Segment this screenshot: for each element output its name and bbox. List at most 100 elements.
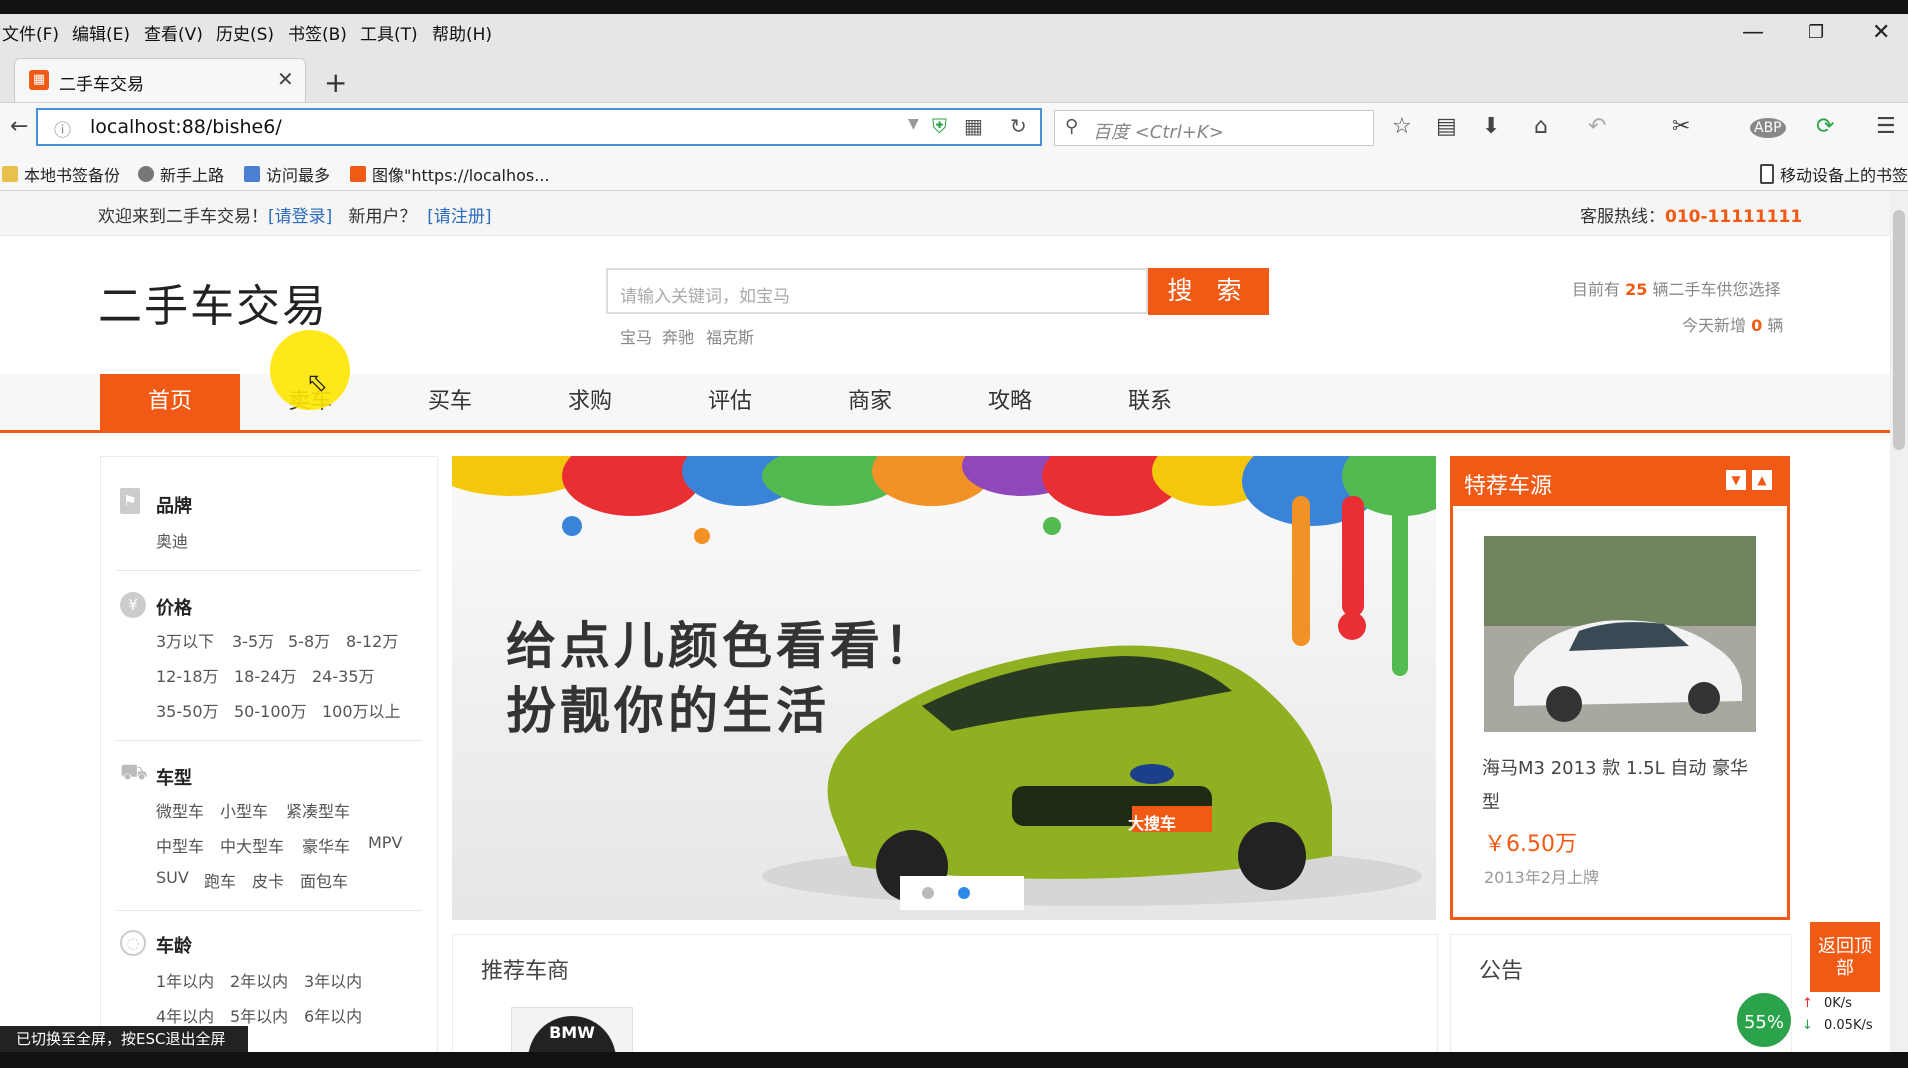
close-tab-icon[interactable]: ✕ — [277, 67, 294, 91]
reload-icon[interactable]: ↻ — [1010, 114, 1027, 138]
chevron-down-icon[interactable]: ▼ — [1726, 470, 1746, 490]
carousel-dot[interactable] — [922, 887, 934, 899]
minimize-icon[interactable]: — — [1742, 20, 1764, 45]
fullscreen-toast: 已切换至全屏，按ESC退出全屏 — [0, 1026, 248, 1052]
hero-banner[interactable]: 给点儿颜色看看！ 扮靓你的生活 大搜车 — [452, 456, 1436, 920]
filter-link[interactable]: 24-35万 — [312, 663, 375, 687]
dealer-logo[interactable]: BMW — [511, 1007, 633, 1055]
scrollbar-thumb[interactable] — [1893, 210, 1905, 450]
sync-icon[interactable]: ⟳ — [1816, 114, 1834, 139]
menu-tools[interactable]: 工具(T) — [360, 20, 418, 45]
network-percent: 55% — [1734, 990, 1794, 1050]
nav-buy[interactable]: 买车 — [380, 374, 520, 430]
bookmark-local-backup[interactable]: 本地书签备份 — [2, 162, 120, 186]
filter-link[interactable]: 3万以下 — [156, 628, 214, 652]
menu-bar: 文件(F) 编辑(E) 查看(V) 历史(S) 书签(B) 工具(T) 帮助(H… — [0, 14, 1908, 46]
bookmark-most-visited[interactable]: 访问最多 — [244, 162, 330, 186]
divider — [116, 740, 422, 741]
hot-word[interactable]: 宝马 — [620, 324, 652, 348]
info-icon[interactable]: ⓘ — [54, 116, 71, 141]
search-button[interactable]: 搜 索 — [1148, 268, 1269, 315]
banner-slogan-1: 给点儿颜色看看！ — [506, 617, 938, 675]
filter-link[interactable]: 4年以内 — [156, 1003, 214, 1027]
featured-header: 特荐车源 ▼ ▲ — [1450, 456, 1790, 506]
filter-link[interactable]: 100万以上 — [322, 698, 401, 722]
dropdown-icon[interactable]: ▼ — [908, 116, 919, 132]
filter-link[interactable]: 微型车 — [156, 798, 204, 822]
filter-link[interactable]: 6年以内 — [304, 1003, 362, 1027]
bookmark-mobile[interactable]: 移动设备上的书签 — [1760, 162, 1908, 186]
bookmark-getting-started[interactable]: 新手上路 — [138, 162, 224, 186]
crop-icon[interactable]: ✂ — [1672, 114, 1690, 139]
site-logo[interactable]: 二手车交易 — [98, 270, 328, 334]
filter-link[interactable]: 豪华车 — [302, 833, 350, 857]
nav-evaluate[interactable]: 评估 — [660, 374, 800, 430]
menu-view[interactable]: 查看(V) — [144, 20, 203, 45]
filter-link[interactable]: 5-8万 — [288, 628, 330, 652]
filter-link[interactable]: 3年以内 — [304, 968, 362, 992]
back-to-top-button[interactable]: 返回顶部 — [1810, 922, 1880, 992]
undo-icon[interactable]: ↶ — [1588, 114, 1606, 139]
nav-contact[interactable]: 联系 — [1080, 374, 1220, 430]
nav-dealers[interactable]: 商家 — [800, 374, 940, 430]
close-window-icon[interactable]: ✕ — [1872, 20, 1890, 45]
menu-history[interactable]: 历史(S) — [216, 20, 274, 45]
new-tab-icon[interactable]: + — [324, 66, 347, 99]
filter-link[interactable]: MPV — [368, 833, 402, 852]
menu-edit[interactable]: 编辑(E) — [72, 20, 130, 45]
filter-link[interactable]: 3-5万 — [232, 628, 274, 652]
filter-link[interactable]: 奥迪 — [156, 528, 188, 552]
network-speed-widget: 55% ↑ 0K/s ↓ 0.05K/s — [1734, 990, 1874, 1050]
filter-link[interactable]: 1年以内 — [156, 968, 214, 992]
hot-word[interactable]: 福克斯 — [706, 324, 754, 348]
filter-link[interactable]: 小型车 — [220, 798, 268, 822]
filter-link[interactable]: 18-24万 — [234, 663, 297, 687]
filter-link[interactable]: 跑车 — [204, 868, 236, 892]
url-text[interactable]: localhost:88/bishe6/ — [90, 116, 282, 138]
filter-brand-title: 品牌 — [156, 496, 192, 517]
filter-link[interactable]: 面包车 — [300, 868, 348, 892]
filter-link[interactable]: 中大型车 — [220, 833, 284, 857]
search-input[interactable]: 请输入关键词，如宝马 — [606, 268, 1148, 314]
back-icon[interactable]: ← — [10, 114, 28, 139]
register-link[interactable]: [请注册] — [427, 207, 491, 227]
nav-guides[interactable]: 攻略 — [940, 374, 1080, 430]
reading-list-icon[interactable]: ▤ — [1436, 114, 1457, 139]
filter-link[interactable]: 50-100万 — [234, 698, 307, 722]
nav-wanted[interactable]: 求购 — [520, 374, 660, 430]
nav-home[interactable]: 首页 — [100, 374, 240, 430]
menu-file[interactable]: 文件(F) — [2, 20, 59, 45]
stats-total: 目前有 25 辆二手车供您选择 — [1572, 280, 1781, 299]
filter-link[interactable]: 中型车 — [156, 833, 204, 857]
recommend-dealers: 推荐车商 BMW — [452, 934, 1438, 1055]
filter-link[interactable]: 12-18万 — [156, 663, 219, 687]
url-bar[interactable]: ⓘ localhost:88/bishe6/ ▼ ⛨ ▦ ↻ — [36, 108, 1042, 146]
restore-icon[interactable]: ❐ — [1808, 22, 1824, 43]
featured-car-photo[interactable] — [1484, 536, 1756, 732]
folder-icon — [2, 166, 18, 182]
filter-link[interactable]: 紧凑型车 — [286, 798, 350, 822]
download-icon[interactable]: ⬇ — [1482, 114, 1500, 139]
bookmark-image-link[interactable]: 图像"https://localhos... — [350, 162, 550, 186]
tab-active[interactable]: ▦ 二手车交易 ✕ — [14, 58, 306, 103]
featured-car-name[interactable]: 海马M3 2013 款 1.5L 自动 豪华型 — [1482, 752, 1758, 820]
shield-icon[interactable]: ⛨ — [932, 114, 947, 138]
star-icon[interactable]: ☆ — [1392, 114, 1412, 139]
filter-link[interactable]: 皮卡 — [252, 868, 284, 892]
carousel-dot-active[interactable] — [958, 887, 970, 899]
chevron-up-icon[interactable]: ▲ — [1752, 470, 1772, 490]
filter-link[interactable]: 8-12万 — [346, 628, 398, 652]
hot-word[interactable]: 奔驰 — [662, 324, 694, 348]
filter-link[interactable]: 5年以内 — [230, 1003, 288, 1027]
filter-link[interactable]: 2年以内 — [230, 968, 288, 992]
qrcode-icon[interactable]: ▦ — [964, 114, 983, 138]
menu-bookmarks[interactable]: 书签(B) — [288, 20, 347, 45]
filter-link[interactable]: SUV — [156, 868, 189, 887]
login-link[interactable]: [请登录] — [268, 207, 332, 227]
hamburger-menu-icon[interactable]: ☰ — [1876, 114, 1896, 139]
adblock-icon[interactable]: ABP — [1750, 118, 1786, 138]
menu-help[interactable]: 帮助(H) — [432, 20, 492, 45]
filter-link[interactable]: 35-50万 — [156, 698, 219, 722]
home-icon[interactable]: ⌂ — [1534, 114, 1548, 139]
browser-search-bar[interactable]: ⚲ 百度 <Ctrl+K> — [1054, 110, 1374, 146]
